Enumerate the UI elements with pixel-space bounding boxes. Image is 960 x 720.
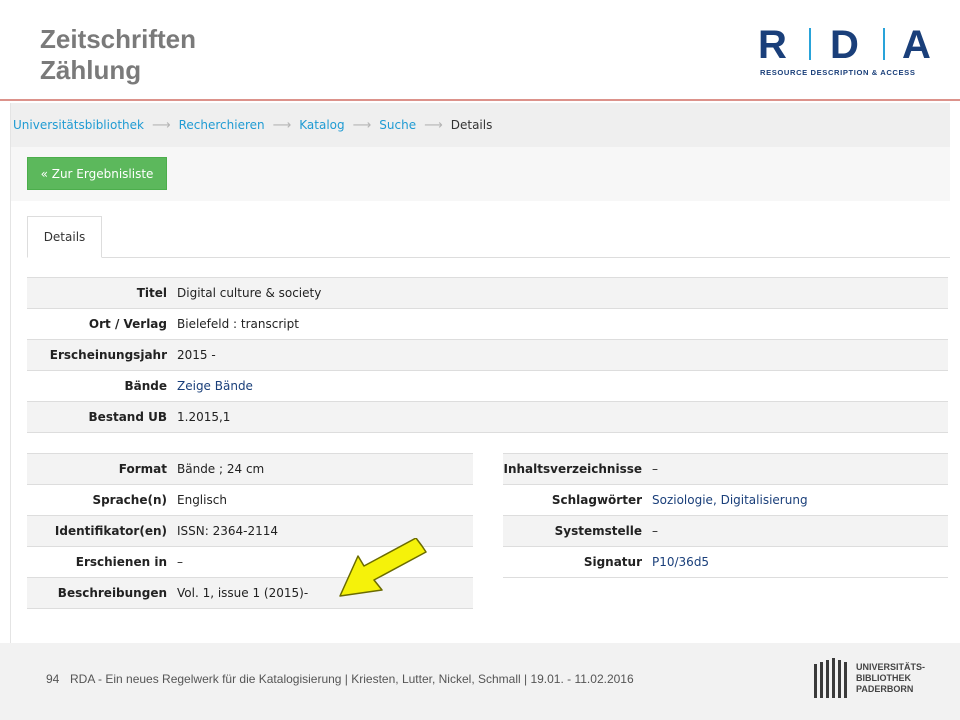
detail-label: Beschreibungen	[57, 586, 167, 600]
detail-value: Digital culture & society	[177, 286, 322, 300]
detail-row-format: Format Bände ; 24 cm	[27, 454, 473, 485]
ub-logo-text: UNIVERSITÄTS- BIBLIOTHEK PADERBORN	[856, 662, 925, 695]
detail-row-baende: Bände Zeige Bände	[27, 371, 948, 402]
breadcrumb-arrow-icon: ⟶	[424, 117, 443, 133]
breadcrumb-universitaetsbibliothek[interactable]: Universitätsbibliothek	[13, 118, 144, 132]
detail-row-systemstelle: Systemstelle –	[503, 516, 948, 547]
detail-value: –	[177, 555, 183, 569]
detail-label: Bände	[124, 379, 167, 393]
rda-logo-letter-a: A	[902, 24, 931, 67]
breadcrumb-recherchieren[interactable]: Recherchieren	[179, 118, 265, 132]
breadcrumb: Universitätsbibliothek ⟶ Recherchieren ⟶…	[11, 103, 950, 147]
detail-label: Schlagwörter	[551, 493, 642, 507]
detail-value: Bände ; 24 cm	[177, 462, 265, 476]
page-number: 94	[46, 672, 60, 686]
schlagwoerter-link[interactable]: Soziologie, Digitalisierung	[652, 493, 808, 507]
slide-title-line1: Zeitschriften	[40, 24, 197, 54]
breadcrumb-current-details: Details	[450, 118, 493, 132]
detail-value: –	[652, 524, 658, 538]
tab-bar-border	[27, 257, 950, 258]
rda-logo-letter-d: D	[830, 24, 859, 67]
highlight-arrow-icon	[339, 538, 427, 597]
rda-logo: R D A RESOURCE DESCRIPTION & ACCESS	[758, 24, 931, 77]
detail-row-ort-verlag: Ort / Verlag Bielefeld : transcript	[27, 309, 948, 340]
slide-title: Zeitschriften Zählung	[40, 24, 196, 86]
catalog-screenshot: Universitätsbibliothek ⟶ Recherchieren ⟶…	[10, 103, 950, 643]
ub-logo-line: UNIVERSITÄTS-	[856, 661, 926, 672]
details-right-table: Inhaltsverzeichnisse – Schlagwörter Sozi…	[503, 453, 948, 578]
detail-label: Erschienen in	[75, 555, 167, 569]
back-to-results-button[interactable]: « Zur Ergebnisliste	[27, 157, 167, 190]
detail-label: Titel	[136, 286, 167, 300]
detail-value: Vol. 1, issue 1 (2015)-	[177, 586, 309, 600]
detail-row-titel: Titel Digital culture & society	[27, 278, 948, 309]
detail-label: Signatur	[583, 555, 642, 569]
detail-label: Erscheinungsjahr	[49, 348, 167, 362]
breadcrumb-katalog[interactable]: Katalog	[299, 118, 344, 132]
detail-value: ISSN: 2364-2114	[177, 524, 279, 538]
zeige-baende-link[interactable]: Zeige Bände	[177, 379, 253, 393]
signatur-link[interactable]: P10/36d5	[652, 555, 709, 569]
tab-details[interactable]: Details	[27, 216, 102, 258]
detail-value: 1.2015,1	[177, 410, 231, 424]
detail-label: Identifikator(en)	[54, 524, 167, 538]
detail-row-bestand-ub: Bestand UB 1.2015,1	[27, 402, 948, 433]
details-main-table: Titel Digital culture & society Ort / Ve…	[27, 277, 948, 433]
action-bar: « Zur Ergebnisliste	[11, 147, 950, 201]
detail-row-inhaltsverzeichnisse: Inhaltsverzeichnisse –	[503, 454, 948, 485]
ub-logo-line: BIBLIOTHEK	[856, 672, 911, 683]
detail-row-schlagwoerter: Schlagwörter Soziologie, Digitalisierung	[503, 485, 948, 516]
detail-label: Systemstelle	[554, 524, 642, 538]
ub-paderborn-logo: UNIVERSITÄTS- BIBLIOTHEK PADERBORN	[814, 658, 925, 698]
detail-label: Bestand UB	[88, 410, 167, 424]
ub-logo-line: PADERBORN	[856, 683, 914, 694]
breadcrumb-arrow-icon: ⟶	[272, 117, 292, 133]
slide-title-line2: Zählung	[40, 55, 142, 85]
breadcrumb-arrow-icon: ⟶	[352, 117, 372, 133]
detail-label: Inhaltsverzeichnisse	[503, 462, 643, 476]
detail-value: Englisch	[177, 493, 227, 507]
detail-label: Ort / Verlag	[88, 317, 167, 331]
ub-bars-icon	[814, 658, 847, 698]
breadcrumb-arrow-icon: ⟶	[151, 117, 171, 133]
header-divider	[0, 99, 960, 101]
detail-value: Bielefeld : transcript	[177, 317, 299, 331]
detail-value: 2015 -	[177, 348, 216, 362]
rda-logo-subtitle: RESOURCE DESCRIPTION & ACCESS	[760, 68, 916, 77]
rda-logo-letter-r: R	[758, 24, 787, 67]
detail-row-signatur: Signatur P10/36d5	[503, 547, 948, 578]
detail-row-sprache: Sprache(n) Englisch	[27, 485, 473, 516]
detail-value: –	[652, 462, 658, 476]
footer-text: RDA - Ein neues Regelwerk für die Katalo…	[70, 672, 634, 686]
detail-label: Format	[118, 462, 167, 476]
detail-row-erscheinungsjahr: Erscheinungsjahr 2015 -	[27, 340, 948, 371]
breadcrumb-suche[interactable]: Suche	[379, 118, 416, 132]
detail-label: Sprache(n)	[92, 493, 167, 507]
